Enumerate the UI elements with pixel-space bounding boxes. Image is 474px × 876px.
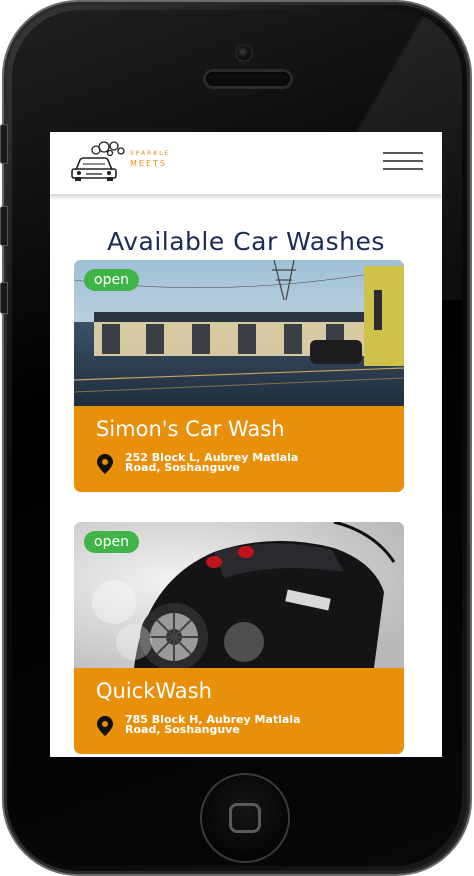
status-badge: open — [84, 269, 139, 291]
brand-name-bottom: MEETS — [130, 159, 167, 168]
car-wash-address: 252 Block L, Aubrey Matlala Road, Soshan… — [125, 452, 298, 474]
car-wash-logo-icon[interactable] — [66, 140, 128, 182]
status-badge: open — [84, 531, 139, 553]
brand-name-top: SPARKLE — [130, 150, 171, 157]
home-button-icon — [229, 803, 261, 833]
mute-switch — [0, 124, 8, 164]
car-wash-card[interactable]: open Simon's Car Wash 252 Block L, Aubre… — [74, 260, 404, 492]
front-camera — [237, 46, 251, 60]
hamburger-menu-icon[interactable] — [383, 152, 423, 172]
car-wash-name: QuickWash — [96, 679, 212, 703]
address-line-2: Road, Soshanguve — [125, 723, 240, 736]
earpiece-speaker — [206, 72, 290, 86]
app-screen: SPARKLE MEETS Available Car Washes open … — [50, 132, 442, 757]
car-wash-name: Simon's Car Wash — [96, 417, 285, 441]
volume-down-button — [0, 282, 8, 314]
location-pin-icon — [97, 454, 113, 474]
address-line-2: Road, Soshanguve — [125, 461, 240, 474]
car-wash-card[interactable]: open QuickWash 785 Block H, Aubrey Matla… — [74, 522, 404, 754]
location-pin-icon — [97, 716, 113, 736]
volume-up-button — [0, 206, 8, 246]
app-header: SPARKLE MEETS — [50, 132, 442, 194]
car-wash-address: 785 Block H, Aubrey Matlala Road, Soshan… — [125, 714, 301, 736]
page-title: Available Car Washes — [107, 226, 385, 256]
